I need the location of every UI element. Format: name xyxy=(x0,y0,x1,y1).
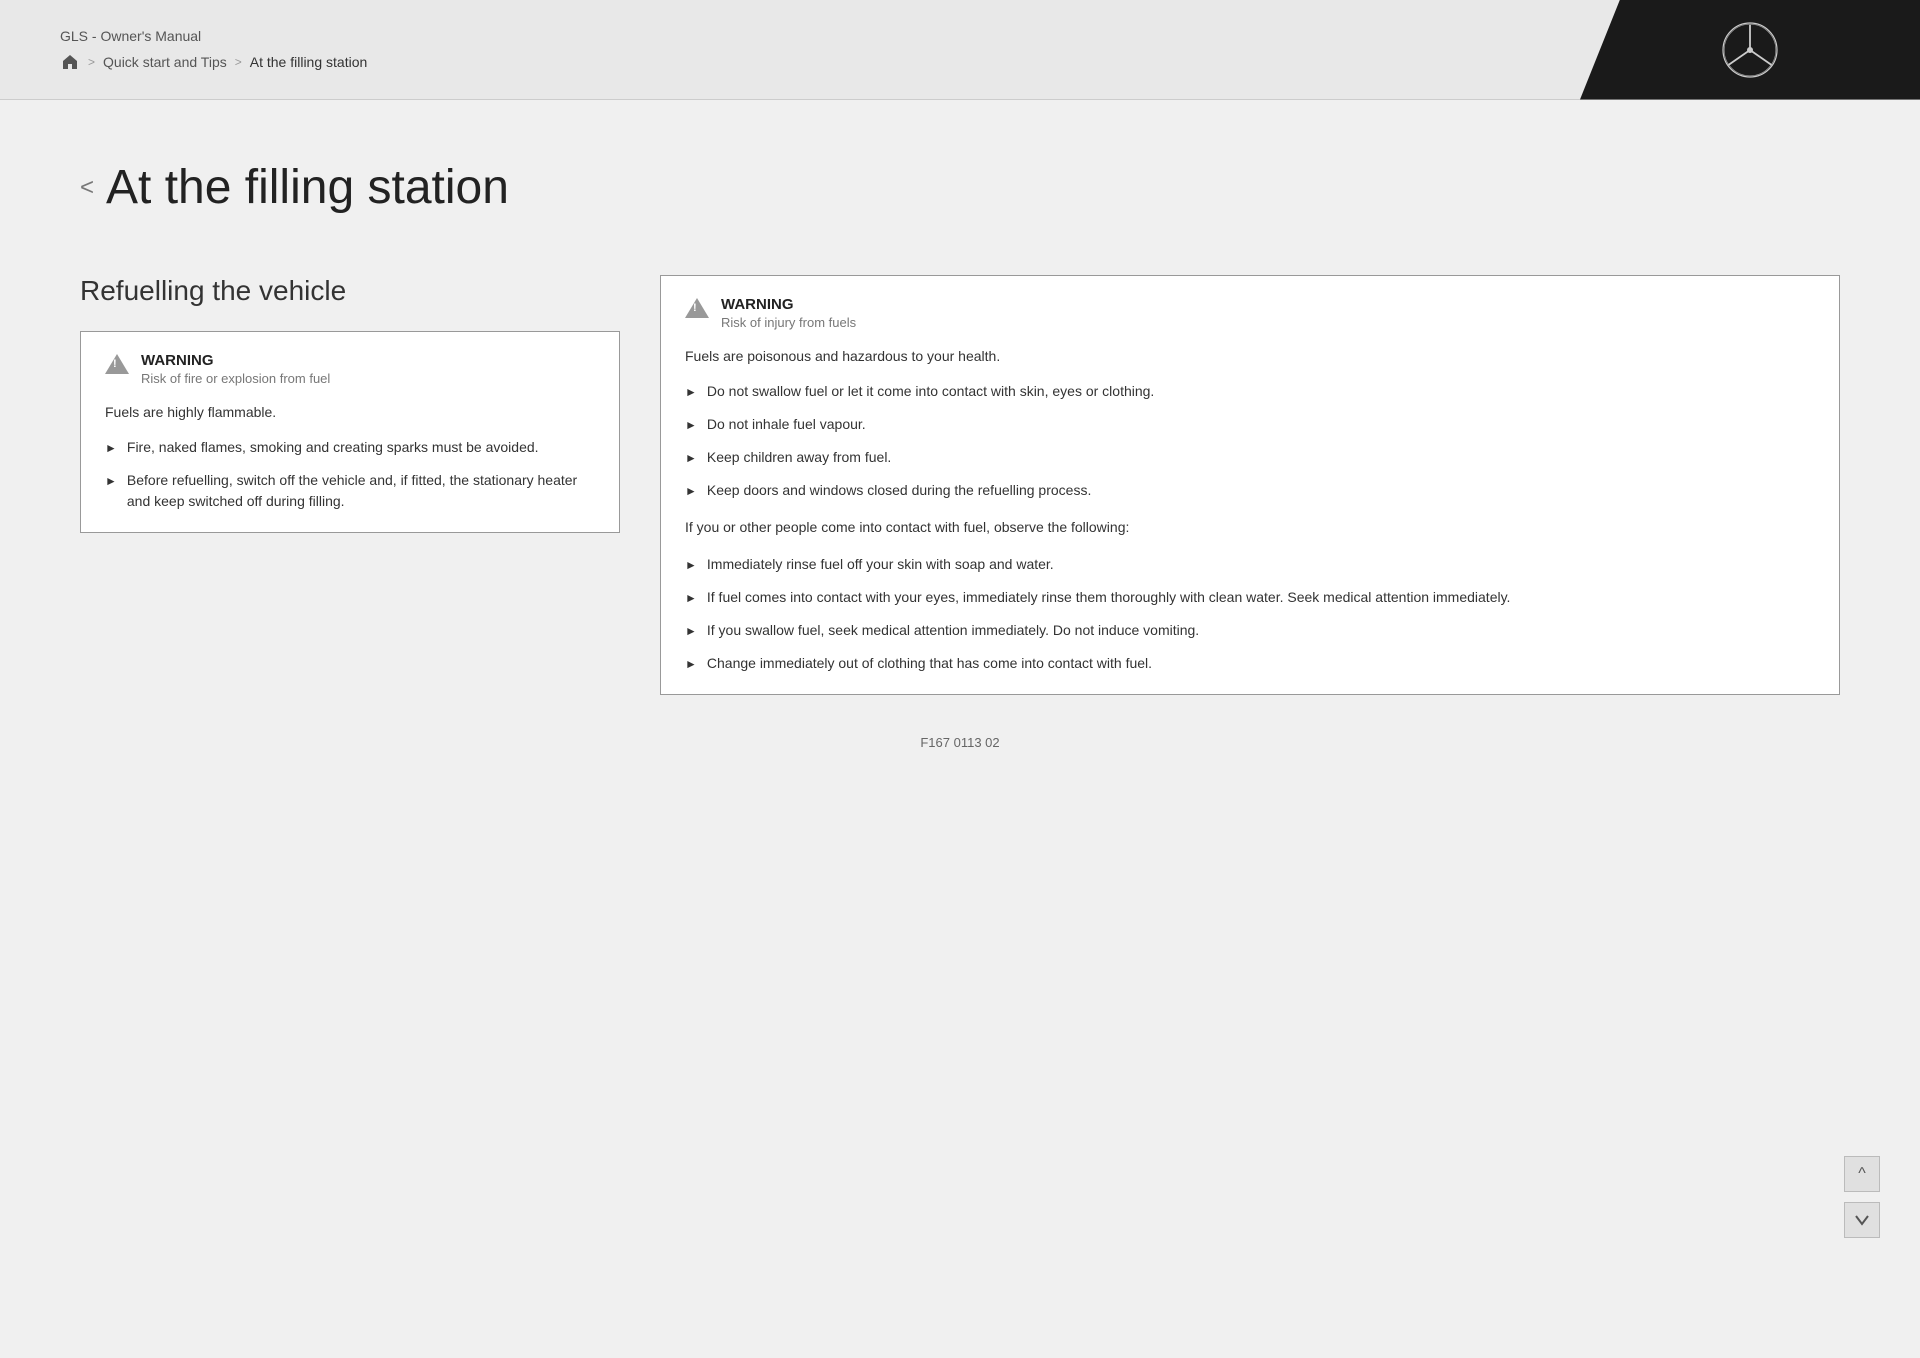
list-item-text: If you swallow fuel, seek medical attent… xyxy=(707,620,1199,641)
left-warning-list: ► Fire, naked flames, smoking and creati… xyxy=(105,437,595,512)
page-footer: F167 0113 02 xyxy=(80,695,1840,770)
list-item-text: Do not inhale fuel vapour. xyxy=(707,414,866,435)
scroll-buttons: ^ xyxy=(1844,1156,1880,1238)
scroll-down-button[interactable] xyxy=(1844,1202,1880,1238)
left-warning-title: WARNING xyxy=(141,352,330,369)
right-warning-list-1: ► Do not swallow fuel or let it come int… xyxy=(685,381,1815,501)
manual-title: GLS - Owner's Manual xyxy=(60,28,367,44)
right-warning-header: WARNING Risk of injury from fuels xyxy=(685,296,1815,330)
list-arrow-icon: ► xyxy=(105,472,117,490)
main-content: < At the filling station Refuelling the … xyxy=(0,100,1920,830)
right-warning-title-group: WARNING Risk of injury from fuels xyxy=(721,296,856,330)
left-warning-box: WARNING Risk of fire or explosion from f… xyxy=(80,331,620,533)
list-arrow-icon: ► xyxy=(685,655,697,673)
list-item: ► Change immediately out of clothing tha… xyxy=(685,653,1815,674)
list-arrow-icon: ► xyxy=(685,556,697,574)
list-item: ► If fuel comes into contact with your e… xyxy=(685,587,1815,608)
list-item: ► Keep children away from fuel. xyxy=(685,447,1815,468)
left-warning-subtitle: Risk of fire or explosion from fuel xyxy=(141,371,330,386)
list-arrow-icon: ► xyxy=(685,449,697,467)
right-warning-list-2: ► Immediately rinse fuel off your skin w… xyxy=(685,554,1815,674)
right-warning-divider-text: If you or other people come into contact… xyxy=(685,517,1815,538)
logo-area xyxy=(1580,0,1920,100)
list-arrow-icon: ► xyxy=(105,439,117,457)
list-item: ► Before refuelling, switch off the vehi… xyxy=(105,470,595,512)
list-arrow-icon: ► xyxy=(685,589,697,607)
breadcrumb: > Quick start and Tips > At the filling … xyxy=(60,52,367,72)
list-item-text: If fuel comes into contact with your eye… xyxy=(707,587,1511,608)
list-item: ► Do not inhale fuel vapour. xyxy=(685,414,1815,435)
list-item-text: Before refuelling, switch off the vehicl… xyxy=(127,470,595,512)
warning-triangle-icon-right xyxy=(685,298,709,318)
page-title-container: < At the filling station xyxy=(80,160,1840,215)
left-warning-header: WARNING Risk of fire or explosion from f… xyxy=(105,352,595,386)
left-warning-intro: Fuels are highly flammable. xyxy=(105,402,595,423)
right-column: WARNING Risk of injury from fuels Fuels … xyxy=(660,275,1840,695)
list-item: ► If you swallow fuel, seek medical atte… xyxy=(685,620,1815,641)
scroll-up-button[interactable]: ^ xyxy=(1844,1156,1880,1192)
list-arrow-icon: ► xyxy=(685,482,697,500)
breadcrumb-section-link[interactable]: Quick start and Tips xyxy=(103,54,227,70)
home-icon[interactable] xyxy=(60,52,80,72)
left-warning-title-group: WARNING Risk of fire or explosion from f… xyxy=(141,352,330,386)
left-column: Refuelling the vehicle WARNING Risk of f… xyxy=(80,275,620,533)
right-warning-title: WARNING xyxy=(721,296,856,313)
list-arrow-icon: ► xyxy=(685,622,697,640)
list-item-text: Keep children away from fuel. xyxy=(707,447,891,468)
list-item: ► Do not swallow fuel or let it come int… xyxy=(685,381,1815,402)
right-warning-box: WARNING Risk of injury from fuels Fuels … xyxy=(660,275,1840,695)
list-arrow-icon: ► xyxy=(685,383,697,401)
list-item: ► Fire, naked flames, smoking and creati… xyxy=(105,437,595,458)
warning-triangle-icon-left xyxy=(105,354,129,374)
back-arrow-button[interactable]: < xyxy=(80,174,94,202)
content-columns: Refuelling the vehicle WARNING Risk of f… xyxy=(80,275,1840,695)
list-item: ► Immediately rinse fuel off your skin w… xyxy=(685,554,1815,575)
mercedes-logo xyxy=(1720,20,1780,80)
footer-code: F167 0113 02 xyxy=(920,735,999,750)
list-item-text: Keep doors and windows closed during the… xyxy=(707,480,1091,501)
list-arrow-icon: ► xyxy=(685,416,697,434)
list-item-text: Change immediately out of clothing that … xyxy=(707,653,1152,674)
header-left: GLS - Owner's Manual > Quick start and T… xyxy=(60,28,367,72)
breadcrumb-current-page: At the filling station xyxy=(250,54,368,70)
header: GLS - Owner's Manual > Quick start and T… xyxy=(0,0,1920,100)
breadcrumb-separator-1: > xyxy=(88,55,95,69)
list-item: ► Keep doors and windows closed during t… xyxy=(685,480,1815,501)
list-item-text: Immediately rinse fuel off your skin wit… xyxy=(707,554,1054,575)
list-item-text: Do not swallow fuel or let it come into … xyxy=(707,381,1154,402)
breadcrumb-separator-2: > xyxy=(235,55,242,69)
list-item-text: Fire, naked flames, smoking and creating… xyxy=(127,437,539,458)
page-title: At the filling station xyxy=(106,160,509,215)
section-title: Refuelling the vehicle xyxy=(80,275,620,307)
right-warning-intro: Fuels are poisonous and hazardous to you… xyxy=(685,346,1815,367)
right-warning-subtitle: Risk of injury from fuels xyxy=(721,315,856,330)
